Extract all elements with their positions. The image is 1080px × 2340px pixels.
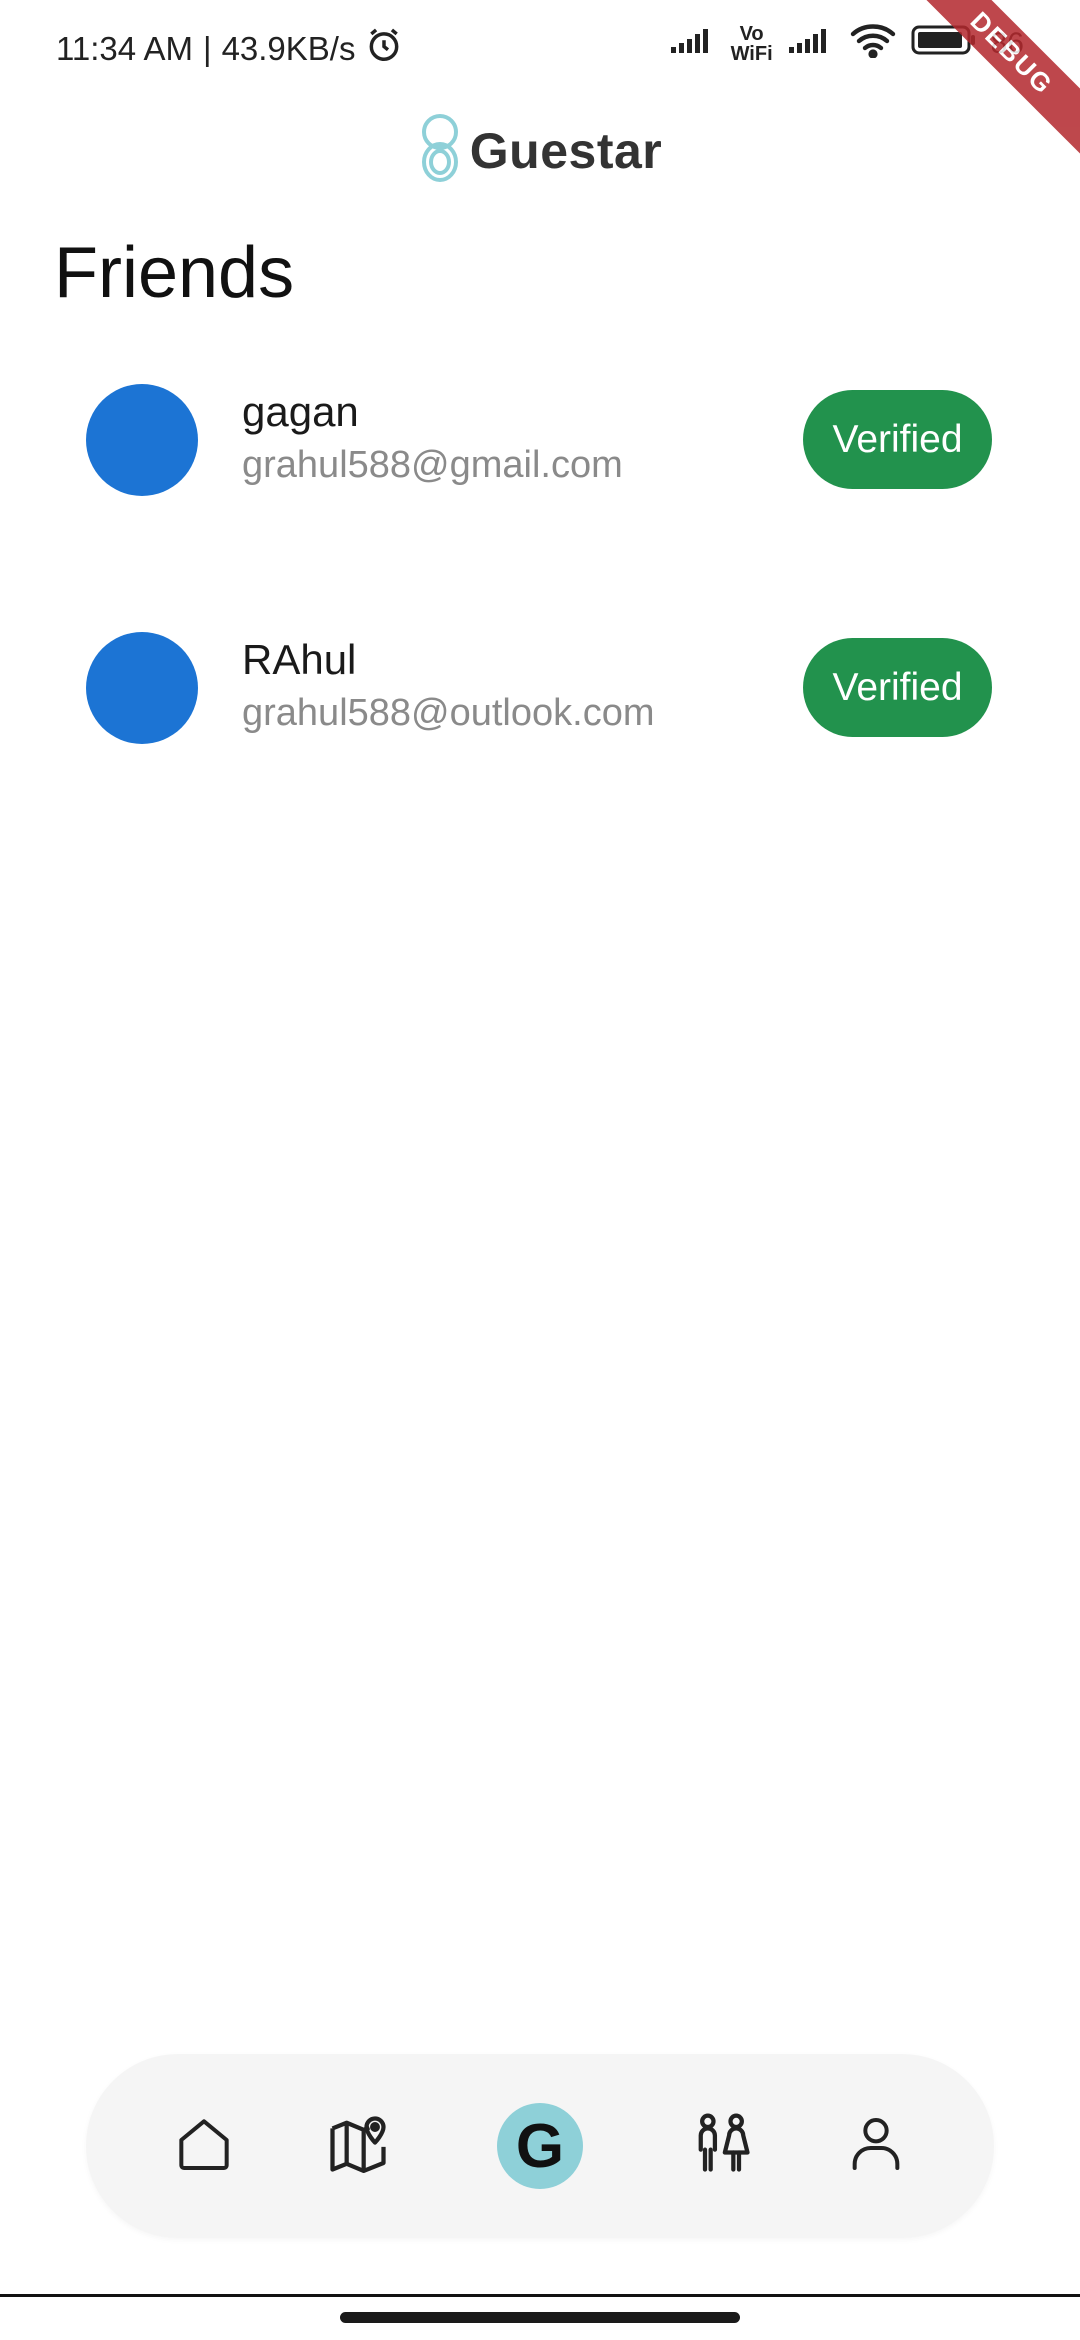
status-time: 11:34 AM [56,30,193,67]
alarm-icon [365,26,403,72]
nav-home-button[interactable] [168,2110,240,2182]
signal-icon-2 [787,25,835,63]
bottom-nav: G [86,2054,994,2238]
bottom-divider [0,2294,1080,2297]
vowifi-bottom: WiFi [730,43,773,65]
verified-badge[interactable]: Verified [803,390,992,489]
vowifi-indicator: Vo WiFi [731,24,773,64]
friend-row[interactable]: RAhul grahul588@outlook.com Verified [0,618,1080,758]
status-left: 11:34 AM | 43.9KB/s [56,26,403,72]
nav-map-button[interactable] [322,2110,394,2182]
friend-row[interactable]: gagan grahul588@gmail.com Verified [0,370,1080,510]
map-pin-icon [324,2110,392,2183]
avatar [86,632,198,744]
friend-name: RAhul [242,636,357,683]
home-indicator[interactable] [340,2312,740,2323]
nav-profile-button[interactable] [840,2110,912,2182]
nav-guestar-button[interactable]: G [497,2103,583,2189]
profile-icon [844,2112,908,2181]
people-icon [688,2110,756,2183]
app-header: Guestar [0,112,1080,189]
brand-name: Guestar [469,122,663,179]
vowifi-top: Vo [739,23,764,45]
friend-email: grahul588@outlook.com [242,692,655,734]
status-separator: | [202,30,212,67]
status-bar: 11:34 AM | 43.9KB/s Vo WiFi DEBUG [0,0,1080,162]
guestar-g-icon: G [515,2111,565,2181]
page-title: Friends [54,233,295,313]
home-icon [172,2112,236,2181]
friend-name: gagan [242,388,359,435]
status-speed: 43.9KB/s [221,30,356,67]
guestar-logo-icon [418,112,462,189]
nav-friends-button[interactable] [686,2110,758,2182]
signal-icon [669,25,717,63]
verified-badge[interactable]: Verified [803,638,992,737]
avatar [86,384,198,496]
screen: 11:34 AM | 43.9KB/s Vo WiFi DEBUG Guesta… [0,0,1080,2340]
friend-email: grahul588@gmail.com [242,444,623,486]
wifi-icon [849,22,897,66]
